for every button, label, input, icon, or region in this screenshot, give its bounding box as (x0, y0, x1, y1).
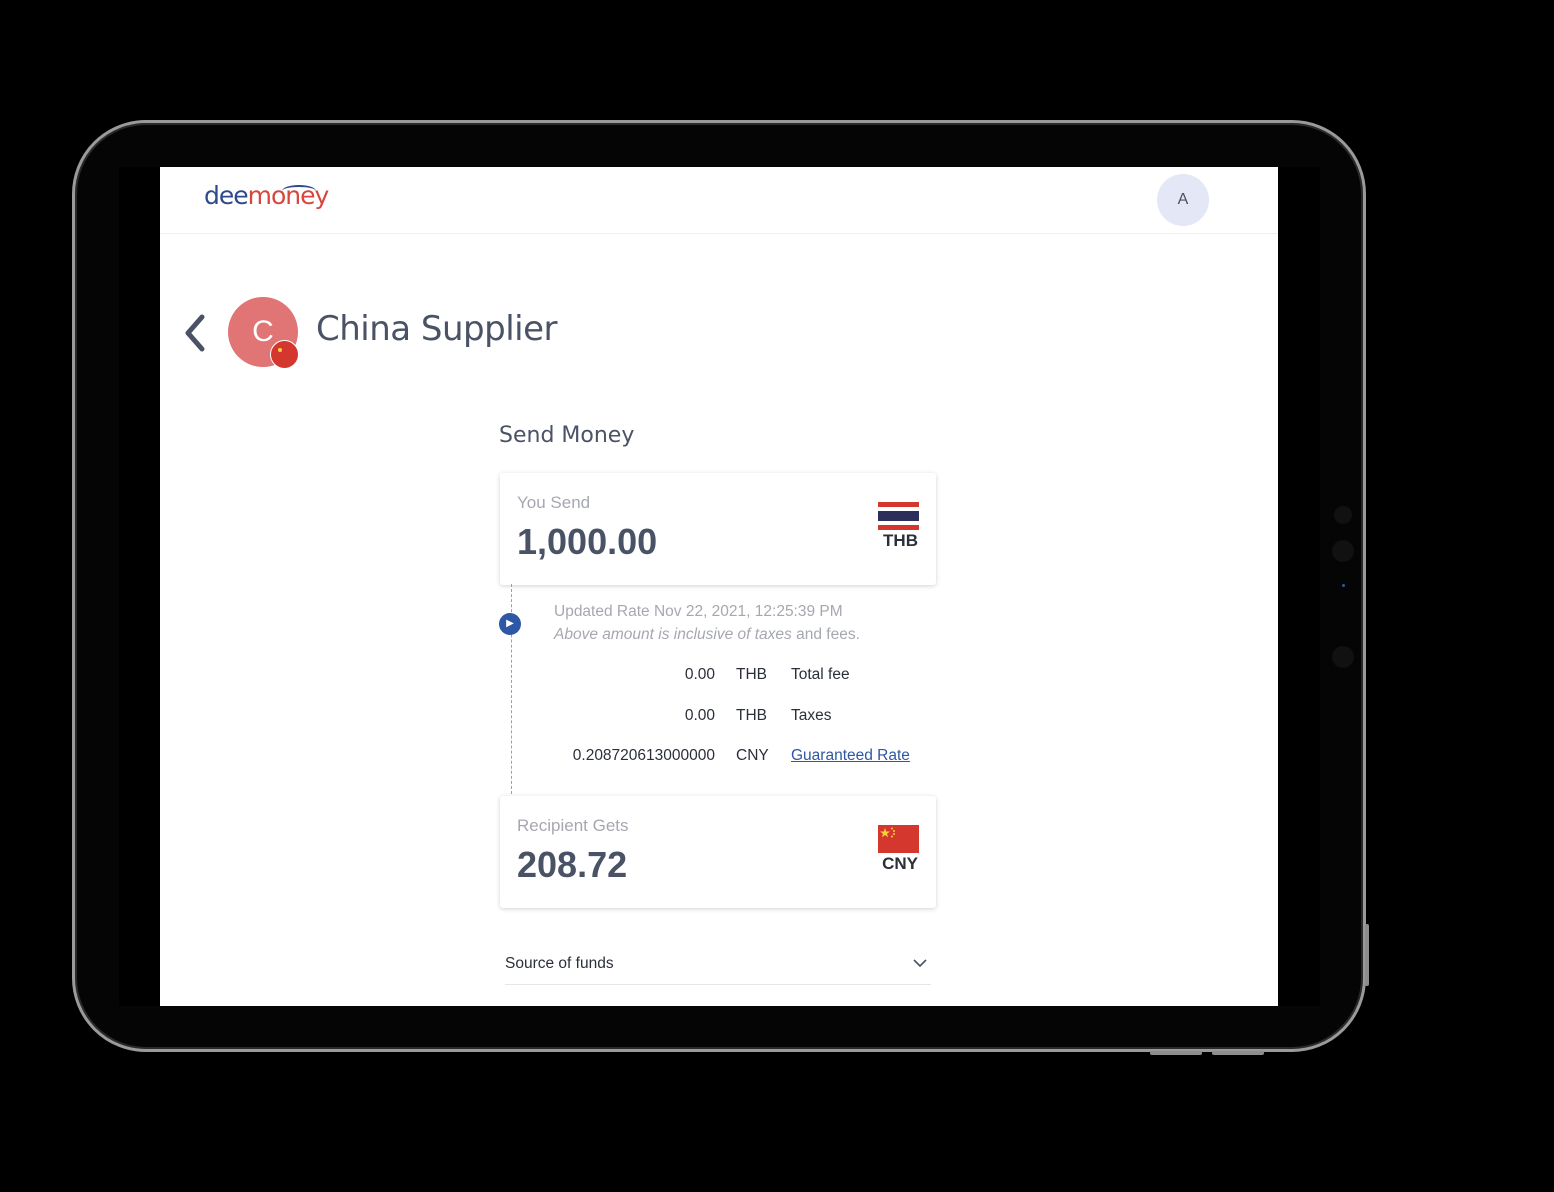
recipient-gets-label: Recipient Gets (517, 816, 629, 835)
inclusive-note-rest: and fees. (791, 626, 860, 643)
receive-currency-select[interactable]: CNY (882, 854, 918, 874)
recipient-gets-card[interactable]: Recipient Gets 208.72 CNY (500, 796, 936, 908)
thailand-flag-icon (878, 502, 919, 530)
inclusive-note: Above amount is inclusive of taxes and f… (554, 626, 860, 644)
deemoney-logo[interactable]: deemoney (204, 181, 329, 210)
tablet-top-button-1 (1150, 1051, 1202, 1055)
you-send-label: You Send (517, 493, 591, 512)
send-currency-select[interactable]: THB (883, 531, 918, 551)
fee-name: Taxes (791, 707, 832, 724)
fee-row-total: 0.00 THB Total fee (540, 666, 960, 690)
guaranteed-rate-link[interactable]: Guaranteed Rate (791, 747, 910, 765)
fee-row-rate: 0.208720613000000 CNY Guaranteed Rate (540, 747, 960, 771)
fee-row-taxes: 0.00 THB Taxes (540, 707, 960, 731)
user-avatar-button[interactable]: A (1157, 174, 1209, 226)
timeline-play-icon: ▶ (499, 613, 521, 635)
app-window: deemoney A C China Supplier Send Money Y… (160, 167, 1278, 1006)
tablet-side-button (1365, 924, 1369, 986)
updated-rate-text: Updated Rate Nov 22, 2021, 12:25:39 PM (554, 603, 843, 620)
recipient-gets-amount-input[interactable]: 208.72 (517, 844, 627, 886)
recipient-name: China Supplier (316, 309, 558, 349)
chevron-down-icon[interactable] (913, 956, 927, 970)
rate-value: 0.208720613000000 (572, 747, 715, 764)
tablet-screen: deemoney A C China Supplier Send Money Y… (119, 167, 1320, 1006)
top-bar: deemoney A (160, 167, 1278, 234)
fee-currency: THB (736, 666, 767, 683)
send-money-title: Send Money (499, 423, 635, 448)
rate-currency: CNY (736, 747, 769, 764)
tablet-camera-1 (1334, 506, 1352, 524)
fee-name: Total fee (791, 666, 850, 683)
fee-currency: THB (736, 707, 767, 724)
china-flag-badge-icon (270, 340, 299, 369)
tablet-sensor (1342, 584, 1345, 587)
tablet-top-button-2 (1212, 1051, 1264, 1055)
fee-value: 0.00 (684, 666, 715, 683)
china-flag-icon (878, 825, 919, 853)
logo-swoosh-icon (282, 185, 316, 197)
tablet-camera-2 (1332, 540, 1354, 562)
you-send-amount-input[interactable]: 1,000.00 (517, 521, 657, 563)
back-arrow-icon[interactable] (180, 313, 210, 353)
logo-text-dee: dee (204, 181, 249, 210)
tablet-camera-3 (1332, 646, 1354, 668)
source-of-funds-dropdown[interactable]: Source of funds (505, 952, 931, 985)
fee-value: 0.00 (684, 707, 715, 724)
source-of-funds-label: Source of funds (505, 955, 614, 972)
inclusive-note-italic: Above amount is inclusive of taxes (554, 626, 792, 643)
you-send-card[interactable]: You Send 1,000.00 THB (500, 473, 936, 585)
